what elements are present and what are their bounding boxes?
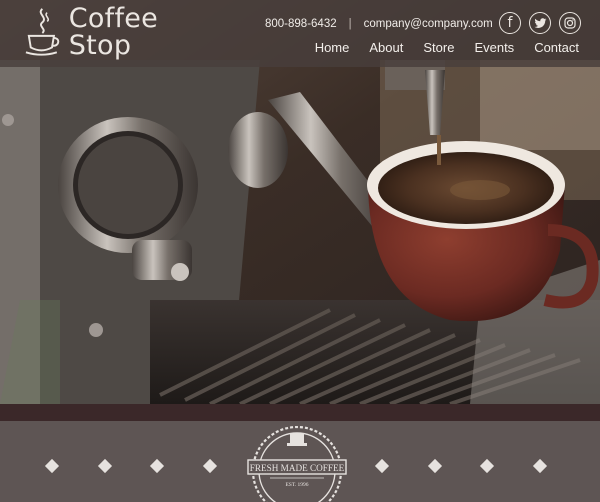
main-nav: Home About Store Events Contact (315, 40, 579, 56)
contact-separator: | (348, 18, 352, 30)
badge-title: FRESH MADE COFFEE (250, 463, 345, 473)
page: Coffee Stop 800-898-6432 | company@compa… (0, 0, 600, 502)
nav-item-about[interactable]: About (369, 40, 403, 56)
nav-item-home[interactable]: Home (315, 40, 350, 56)
brand-logo[interactable]: Coffee Stop (24, 4, 224, 60)
contact-info: 800-898-6432 | company@company.com (265, 16, 493, 32)
facebook-glyph: f (507, 15, 513, 31)
twitter-bird-icon (534, 17, 546, 28)
fresh-made-coffee-badge: FRESH MADE COFFEE EST. 1996 (246, 426, 348, 502)
nav-item-contact[interactable]: Contact (534, 40, 579, 56)
phone-number[interactable]: 800-898-6432 (265, 18, 337, 30)
social-links: f (499, 12, 581, 34)
instagram-icon[interactable] (559, 12, 581, 34)
badge-seal: FRESH MADE COFFEE EST. 1996 (247, 426, 347, 502)
twitter-icon[interactable] (529, 12, 551, 34)
coffee-cup-icon (25, 8, 60, 56)
nav-item-events[interactable]: Events (474, 40, 514, 56)
brand-name: Coffee Stop (68, 3, 159, 61)
site-header: Coffee Stop 800-898-6432 | company@compa… (0, 0, 600, 67)
divider-strip (0, 404, 600, 421)
espresso-machine-icon (290, 433, 304, 444)
nav-item-store[interactable]: Store (423, 40, 454, 56)
instagram-camera-icon (564, 17, 576, 29)
badge-est: EST. 1996 (285, 482, 308, 488)
facebook-icon[interactable]: f (499, 12, 521, 34)
email-link[interactable]: company@company.com (364, 18, 493, 30)
